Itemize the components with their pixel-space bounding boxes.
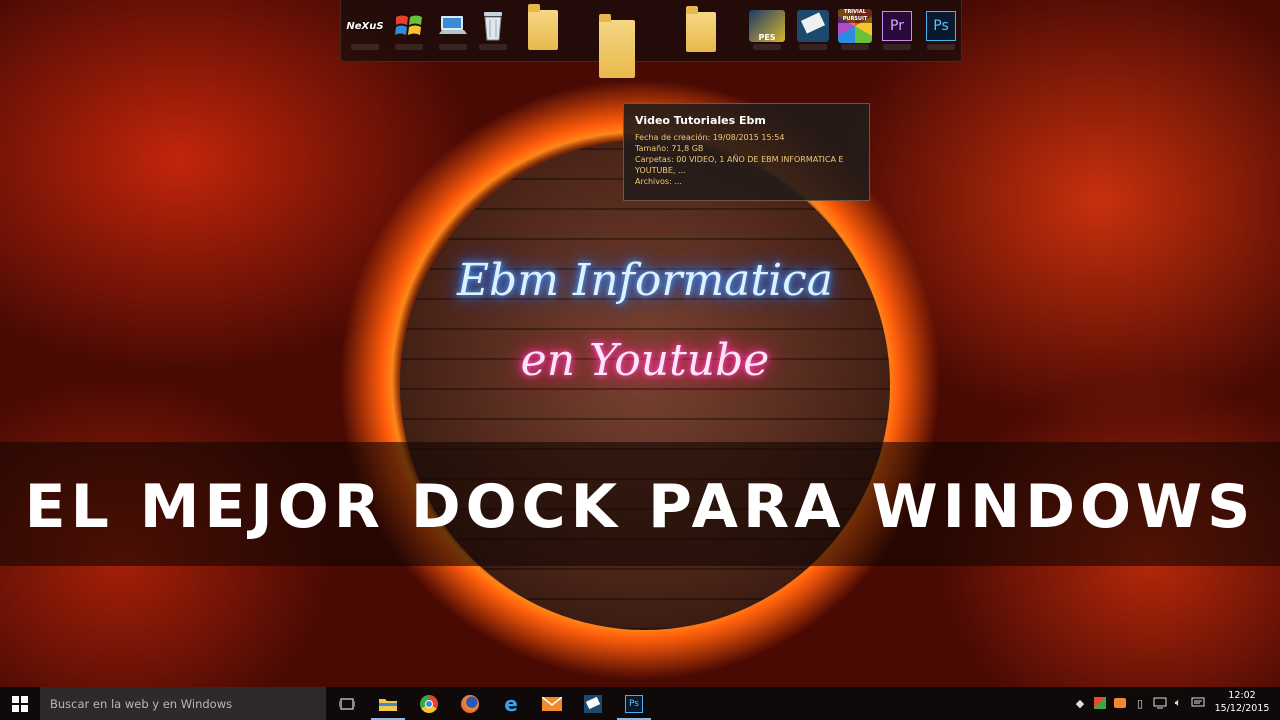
nexus-icon[interactable]: NeXuS — [345, 6, 385, 46]
pes-icon[interactable]: PES — [747, 6, 787, 46]
windows-logo-icon — [12, 695, 28, 712]
folder-shape — [528, 4, 558, 50]
premiere-label: Pr — [890, 18, 904, 34]
tooltip-files: Archivos: ... — [635, 177, 682, 186]
reflection — [479, 44, 507, 50]
search-placeholder: Buscar en la web y en Windows — [50, 696, 233, 711]
reflection — [799, 44, 827, 50]
edge-icon[interactable]: e — [491, 687, 531, 720]
tray-app-icon[interactable] — [1092, 695, 1108, 711]
app-icon[interactable] — [793, 6, 833, 46]
pes-label: PES — [758, 33, 776, 42]
reflection — [395, 44, 423, 50]
mail-icon[interactable] — [532, 687, 572, 720]
clock[interactable]: 12:02 15/12/2015 — [1212, 689, 1272, 715]
file-explorer-icon[interactable] — [368, 687, 408, 720]
reflection — [753, 44, 781, 50]
reflection — [927, 44, 955, 50]
folder-icon-hovered[interactable] — [597, 14, 637, 82]
tooltip-title: Video Tutoriales Ebm — [635, 114, 766, 127]
network-icon[interactable] — [1152, 695, 1168, 711]
tooltip-creation-date: Fecha de creación: 19/08/2015 15:54 — [635, 133, 785, 142]
clock-time: 12:02 — [1228, 690, 1256, 701]
reflection — [841, 44, 869, 50]
photoshop-label: Ps — [933, 18, 949, 34]
folder-tooltip: Video Tutoriales Ebm Fecha de creación: … — [623, 103, 870, 201]
computer-icon[interactable] — [433, 6, 473, 46]
folder-shape — [599, 14, 635, 78]
trivial-pursuit-icon[interactable]: TRIVIAL PURSUIT — [835, 6, 875, 46]
show-hidden-icons[interactable]: ◆ — [1072, 695, 1088, 711]
folder-icon[interactable] — [523, 4, 563, 50]
notification-icon[interactable] — [1190, 695, 1206, 711]
photoshop-icon[interactable]: Ps — [921, 6, 961, 46]
neon-text-line2: en Youtube — [520, 335, 770, 386]
tooltip-folders-cont: YOUTUBE, ... — [635, 166, 686, 175]
search-input[interactable]: Buscar en la web y en Windows — [40, 687, 326, 720]
taskbar: Buscar en la web y en Windows e Ps ◆ ▯ 🔈… — [0, 687, 1280, 720]
neon-text-line1: Ebm Informatica — [456, 255, 834, 306]
tooltip-folders: Carpetas: 00 VIDEO, 1 AÑO DE EBM INFORMA… — [635, 155, 844, 164]
volume-icon[interactable]: 🔈︎ — [1170, 695, 1186, 711]
dock: NeXuS PES TRIVIAL PURSUIT Pr Ps — [340, 0, 962, 78]
photoshop-taskbar-icon[interactable]: Ps — [614, 687, 654, 720]
trivial-label: TRIVIAL PURSUIT — [838, 9, 872, 23]
folder-icon[interactable] — [681, 6, 721, 52]
headline-text: EL MEJOR DOCK PARA WINDOWS — [24, 472, 1256, 542]
chrome-icon[interactable] — [409, 687, 449, 720]
reflection — [883, 44, 911, 50]
folder-shape — [686, 6, 716, 52]
battery-icon[interactable]: ▯ — [1132, 695, 1148, 711]
reflection — [351, 44, 379, 50]
windows-icon[interactable] — [389, 6, 429, 46]
clock-date: 15/12/2015 — [1214, 703, 1270, 714]
app-icon[interactable] — [573, 687, 613, 720]
premiere-icon[interactable]: Pr — [877, 6, 917, 46]
tray-app-icon-2[interactable] — [1112, 695, 1128, 711]
firefox-icon[interactable] — [450, 687, 490, 720]
start-button[interactable] — [0, 687, 40, 720]
tooltip-size: Tamaño: 71,8 GB — [635, 144, 704, 153]
reflection — [439, 44, 467, 50]
task-view-icon[interactable] — [327, 687, 367, 720]
nexus-label: NeXuS — [346, 20, 384, 32]
recycle-bin-icon[interactable] — [473, 6, 513, 46]
